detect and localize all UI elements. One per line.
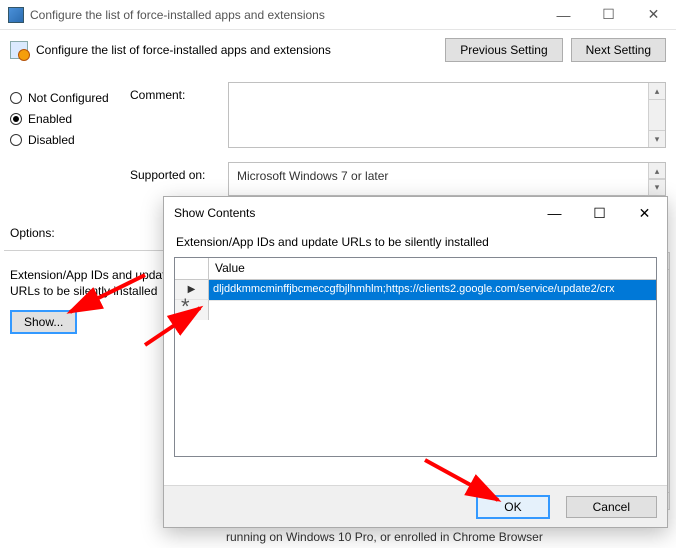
- show-button[interactable]: Show...: [10, 310, 77, 334]
- radio-label: Disabled: [28, 133, 75, 147]
- window-controls: — ☐ ✕: [541, 0, 676, 30]
- comment-textarea[interactable]: ▴ ▾: [228, 82, 666, 148]
- supported-on-field: Microsoft Windows 7 or later ▴ ▾: [228, 162, 666, 196]
- row-header-column: [175, 258, 209, 279]
- value-cell[interactable]: dljddkmmcminffjbcmeccgfbjlhmhlm;https://…: [209, 280, 656, 300]
- radio-icon: [10, 92, 22, 104]
- options-field-label: Extension/App IDs and update URLs to be …: [10, 267, 180, 299]
- close-button[interactable]: ✕: [631, 0, 676, 30]
- new-row-indicator-icon: [175, 300, 209, 320]
- dialog-titlebar: Show Contents — ☐ ✕: [164, 197, 667, 229]
- next-setting-button[interactable]: Next Setting: [571, 38, 666, 62]
- grid-row-new[interactable]: [175, 300, 656, 320]
- window-title: Configure the list of force-installed ap…: [30, 8, 541, 22]
- radio-not-configured[interactable]: Not Configured: [10, 91, 120, 105]
- supported-on-value: Microsoft Windows 7 or later: [237, 169, 388, 183]
- dialog-subtitle: Extension/App IDs and update URLs to be …: [164, 229, 667, 257]
- radio-enabled[interactable]: Enabled: [10, 112, 120, 126]
- ok-button[interactable]: OK: [476, 495, 549, 519]
- radio-label: Not Configured: [28, 91, 109, 105]
- supported-on-label: Supported on:: [130, 168, 205, 182]
- header-title: Configure the list of force-installed ap…: [36, 43, 437, 57]
- comment-label: Comment:: [130, 88, 185, 102]
- radio-disabled[interactable]: Disabled: [10, 133, 120, 147]
- policy-state-group: Not Configured Enabled Disabled: [10, 84, 120, 154]
- show-contents-dialog: Show Contents — ☐ ✕ Extension/App IDs an…: [163, 196, 668, 528]
- scroll-up-icon[interactable]: ▴: [649, 83, 665, 100]
- dialog-minimize-button[interactable]: —: [532, 197, 577, 229]
- dialog-window-controls: — ☐ ✕: [532, 197, 667, 229]
- maximize-button[interactable]: ☐: [586, 0, 631, 30]
- radio-label: Enabled: [28, 112, 72, 126]
- app-icon: [8, 7, 24, 23]
- scroll-down-icon[interactable]: ▾: [649, 178, 665, 195]
- comment-scrollbar[interactable]: ▴ ▾: [648, 83, 665, 147]
- scroll-down-icon[interactable]: ▾: [649, 130, 665, 147]
- value-cell-empty[interactable]: [209, 300, 656, 320]
- value-column-header: Value: [209, 258, 656, 279]
- radio-icon: [10, 113, 22, 125]
- supported-scrollbar[interactable]: ▴ ▾: [648, 163, 665, 195]
- cancel-button[interactable]: Cancel: [566, 496, 657, 518]
- help-text-fragment: running on Windows 10 Pro, or enrolled i…: [226, 530, 543, 544]
- options-label: Options:: [10, 226, 55, 240]
- dialog-title: Show Contents: [174, 206, 532, 220]
- values-grid[interactable]: Value ▶ dljddkmmcminffjbcmeccgfbjlhmhlm;…: [174, 257, 657, 457]
- radio-icon: [10, 134, 22, 146]
- previous-setting-button[interactable]: Previous Setting: [445, 38, 562, 62]
- minimize-button[interactable]: —: [541, 0, 586, 30]
- policy-icon: [10, 41, 28, 59]
- dialog-close-button[interactable]: ✕: [622, 197, 667, 229]
- dialog-maximize-button[interactable]: ☐: [577, 197, 622, 229]
- grid-header: Value: [175, 258, 656, 280]
- dialog-button-row: OK Cancel: [164, 485, 667, 527]
- grid-row-1[interactable]: ▶ dljddkmmcminffjbcmeccgfbjlhmhlm;https:…: [175, 280, 656, 300]
- main-titlebar: Configure the list of force-installed ap…: [0, 0, 676, 30]
- header-row: Configure the list of force-installed ap…: [0, 30, 676, 72]
